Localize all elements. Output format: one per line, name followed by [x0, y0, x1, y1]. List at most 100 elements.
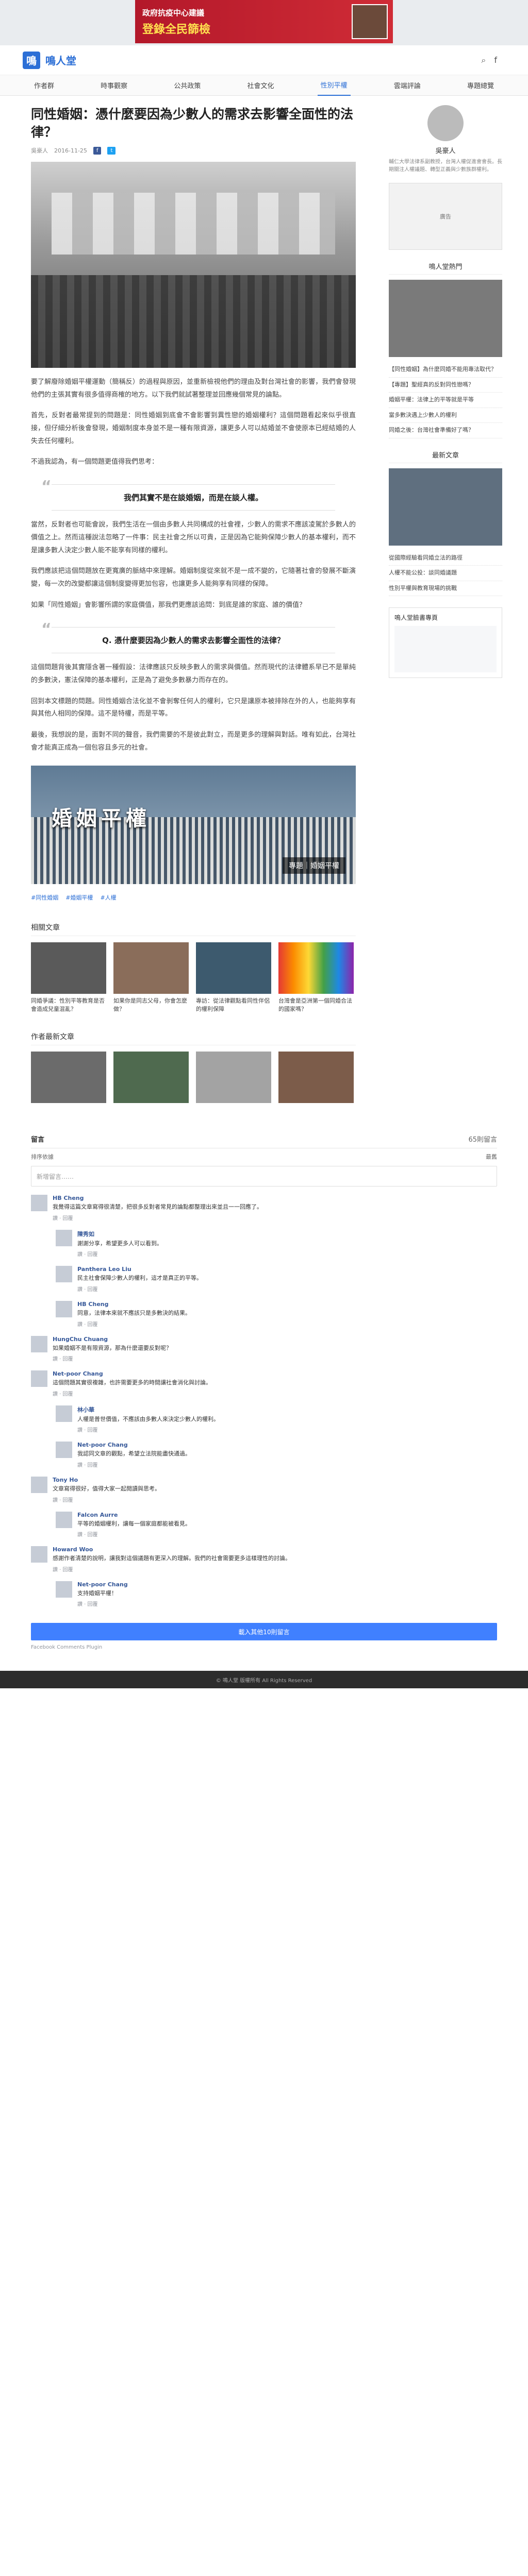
latest-item[interactable]: 性別平權與教育現場的挑戰 — [389, 581, 502, 596]
reply-button[interactable]: 回覆 — [88, 1428, 98, 1433]
like-button[interactable]: 讚 — [77, 1252, 82, 1258]
like-button[interactable]: 讚 — [53, 1392, 58, 1397]
comment-actions[interactable]: 讚 · 回覆 — [77, 1285, 497, 1293]
comment-actions[interactable]: 讚 · 回覆 — [77, 1426, 497, 1433]
reply-button[interactable]: 回覆 — [63, 1567, 73, 1573]
author-card[interactable] — [113, 1052, 189, 1104]
avatar[interactable] — [31, 1335, 47, 1352]
author-card[interactable] — [31, 1052, 106, 1104]
avatar[interactable] — [31, 1370, 47, 1387]
reply-button[interactable]: 回覆 — [88, 1463, 98, 1468]
reply-button[interactable]: 回覆 — [88, 1322, 98, 1328]
like-button[interactable]: 讚 — [77, 1602, 82, 1607]
nav-item[interactable]: 專題總覽 — [464, 75, 497, 95]
popular-item[interactable]: 同婚之後：台灣社會準備好了嗎？ — [389, 423, 502, 438]
comment-author[interactable]: 林小華 — [77, 1405, 497, 1414]
logo-icon[interactable]: 鳴 — [23, 51, 40, 69]
site-name[interactable]: 鳴人堂 — [45, 53, 76, 67]
article-author[interactable]: 吳豪人 — [31, 146, 48, 155]
related-card[interactable]: 台灣會是亞洲第一個同婚合法的國家嗎？ — [278, 942, 354, 1013]
avatar[interactable] — [56, 1229, 72, 1246]
search-icon[interactable]: ⌕ — [481, 55, 486, 65]
avatar[interactable] — [31, 1546, 47, 1563]
tag-link[interactable]: #人權 — [100, 893, 116, 902]
comment-input[interactable]: 新增留言…… — [31, 1166, 497, 1187]
nav-item[interactable]: 雲端評論 — [391, 75, 424, 95]
comment-author[interactable]: Net-poor Chang — [77, 1442, 497, 1448]
nav-item[interactable]: 性別平權 — [317, 75, 351, 96]
like-button[interactable]: 讚 — [53, 1567, 58, 1573]
comment-author[interactable]: Panthera Leo Liu — [77, 1266, 497, 1273]
related-card[interactable]: 同婚爭議：性別平等教育是否會造成兒童混亂？ — [31, 942, 106, 1013]
author-card[interactable] — [278, 1052, 354, 1104]
tag-link[interactable]: #同性婚姻 — [31, 893, 58, 902]
comment-author[interactable]: HB Cheng — [77, 1301, 497, 1308]
nav-item[interactable]: 時事觀察 — [97, 75, 130, 95]
comment-actions[interactable]: 讚 · 回覆 — [53, 1496, 497, 1503]
reply-button[interactable]: 回覆 — [88, 1252, 98, 1258]
comment-author[interactable]: Howard Woo — [53, 1546, 497, 1553]
avatar[interactable] — [31, 1476, 47, 1493]
author-card[interactable] — [196, 1052, 271, 1104]
like-button[interactable]: 讚 — [53, 1216, 58, 1222]
share-twitter-button[interactable]: t — [107, 146, 116, 155]
share-facebook-button[interactable]: f — [93, 146, 102, 155]
comment-actions[interactable]: 讚 · 回覆 — [53, 1214, 497, 1222]
avatar[interactable] — [56, 1300, 72, 1317]
comment-actions[interactable]: 讚 · 回覆 — [77, 1320, 497, 1328]
comment-author[interactable]: HB Cheng — [53, 1195, 497, 1201]
like-button[interactable]: 讚 — [77, 1428, 82, 1433]
like-button[interactable]: 讚 — [77, 1287, 82, 1293]
avatar[interactable] — [56, 1581, 72, 1598]
nav-item[interactable]: 社會文化 — [244, 75, 277, 95]
avatar[interactable] — [31, 1195, 47, 1212]
reply-button[interactable]: 回覆 — [63, 1392, 73, 1397]
fb-plugin-label[interactable]: Facebook Comments Plugin — [31, 1645, 497, 1650]
avatar[interactable] — [56, 1266, 72, 1283]
like-button[interactable]: 讚 — [53, 1498, 58, 1503]
reply-button[interactable]: 回覆 — [63, 1216, 73, 1222]
comment-actions[interactable]: 讚 · 回覆 — [53, 1565, 497, 1573]
avatar[interactable] — [56, 1442, 72, 1459]
tag-link[interactable]: #婚姻平權 — [65, 893, 93, 902]
load-more-button[interactable]: 載入其他10則留言 — [31, 1623, 497, 1641]
avatar[interactable] — [56, 1511, 72, 1528]
related-card[interactable]: 如果你是同志父母，你會怎麼做？ — [113, 942, 189, 1013]
comment-author[interactable]: Net-poor Chang — [77, 1581, 497, 1588]
comment-author[interactable]: Falcon Aurre — [77, 1512, 497, 1518]
popular-item[interactable]: 當多數決遇上少數人的權利 — [389, 408, 502, 423]
sidebar-ad[interactable]: 廣告 — [389, 183, 502, 250]
like-button[interactable]: 讚 — [77, 1322, 82, 1328]
comment-author[interactable]: HungChu Chuang — [53, 1336, 497, 1343]
sidebar-author-name[interactable]: 吳豪人 — [389, 145, 502, 155]
comment-actions[interactable]: 讚 · 回覆 — [53, 1354, 497, 1362]
popular-thumb[interactable] — [389, 280, 502, 357]
sort-select[interactable]: 最舊 — [486, 1153, 497, 1161]
comment-actions[interactable]: 讚 · 回覆 — [77, 1461, 497, 1468]
nav-item[interactable]: 公共政策 — [171, 75, 204, 95]
like-button[interactable]: 讚 — [53, 1357, 58, 1362]
latest-thumb[interactable] — [389, 468, 502, 546]
reply-button[interactable]: 回覆 — [88, 1532, 98, 1538]
reply-button[interactable]: 回覆 — [63, 1357, 73, 1362]
facebook-icon[interactable]: f — [494, 55, 497, 65]
comment-author[interactable]: Tony Ho — [53, 1477, 497, 1483]
feature-image-tag[interactable]: 專題｜婚姻平權 — [283, 857, 345, 874]
latest-item[interactable]: 人權不能公投：談同婚議題 — [389, 566, 502, 581]
like-button[interactable]: 讚 — [77, 1463, 82, 1468]
top-ad[interactable]: 政府抗疫中心建議 登錄全民篩檢 — [135, 0, 393, 43]
comment-actions[interactable]: 讚 · 回覆 — [77, 1600, 497, 1607]
reply-button[interactable]: 回覆 — [88, 1287, 98, 1293]
comment-actions[interactable]: 讚 · 回覆 — [53, 1389, 497, 1397]
related-card[interactable]: 專訪：從法律觀點看同性伴侶的權利保障 — [196, 942, 271, 1013]
comment-actions[interactable]: 讚 · 回覆 — [77, 1250, 497, 1258]
comment-author[interactable]: Net-poor Chang — [53, 1370, 497, 1377]
popular-item[interactable]: 【同性婚姻】為什麼同婚不能用專法取代？ — [389, 362, 502, 378]
reply-button[interactable]: 回覆 — [88, 1602, 98, 1607]
fb-widget-box[interactable] — [394, 626, 497, 672]
comment-author[interactable]: 陳秀如 — [77, 1230, 497, 1238]
like-button[interactable]: 讚 — [77, 1532, 82, 1538]
reply-button[interactable]: 回覆 — [63, 1498, 73, 1503]
avatar[interactable] — [56, 1405, 72, 1422]
avatar[interactable] — [427, 105, 464, 141]
